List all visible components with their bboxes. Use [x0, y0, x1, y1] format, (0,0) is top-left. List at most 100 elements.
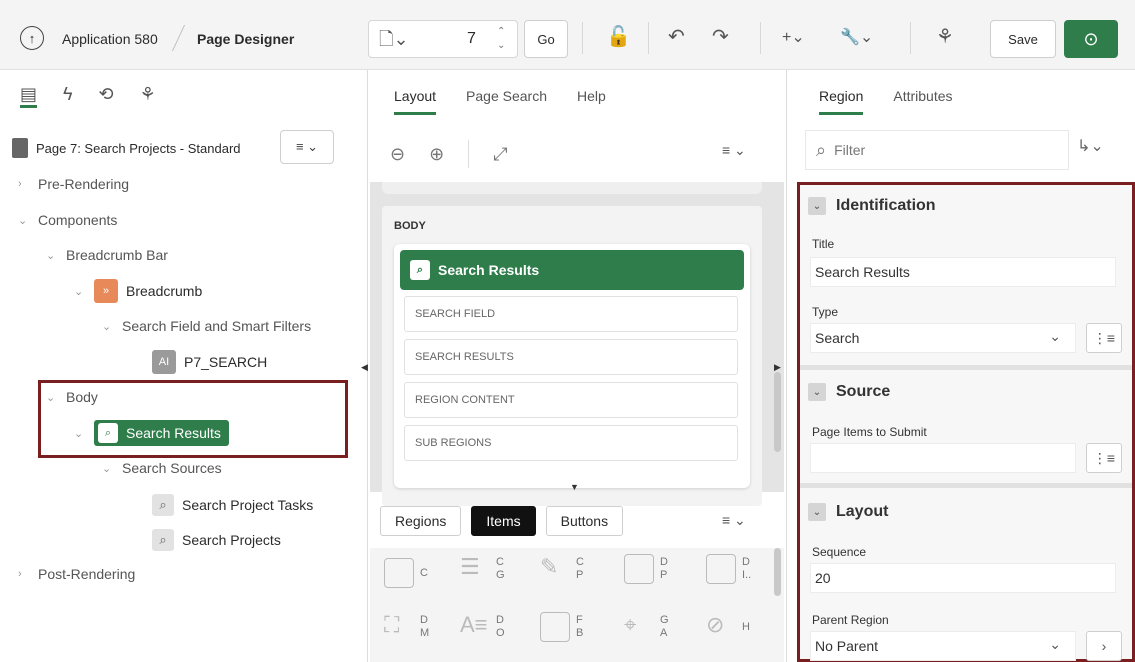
tree-node-search-projects[interactable]: ⌕ Search Projects — [152, 529, 281, 551]
chevron-right-icon[interactable]: › — [18, 178, 30, 190]
tree-node-pre-rendering[interactable]: › Pre-Rendering — [18, 176, 129, 192]
title-field[interactable]: Search Results — [810, 257, 1116, 287]
gallery-item-checkbox-group[interactable]: ☰ C G — [460, 554, 505, 584]
tab-buttons[interactable]: Buttons — [545, 506, 624, 536]
breadcrumb-application[interactable]: Application 580 — [62, 31, 158, 47]
run-page-button[interactable]: ⊙ — [1064, 20, 1118, 58]
page-node[interactable]: Page 7: Search Projects - Standard — [12, 138, 241, 158]
canvas-scrollbar[interactable] — [774, 372, 781, 452]
page-number-input[interactable]: 7 — [467, 30, 476, 48]
tree-node-search-sources[interactable]: ⌄ Search Sources — [102, 460, 222, 476]
layout-menu-icon[interactable]: ≡ ⌄ — [722, 142, 746, 159]
search-results-header[interactable]: ⌕ Search Results — [400, 250, 744, 290]
chevron-down-icon[interactable]: ⌄ — [46, 391, 58, 404]
chevron-down-icon[interactable]: ⌄ — [808, 383, 826, 401]
unlock-icon[interactable]: 🔓 — [606, 24, 631, 49]
gallery-item-color-picker[interactable]: ✎ C P — [540, 554, 584, 584]
zoom-out-icon[interactable]: ⊖ — [390, 144, 405, 165]
tree-node-search-project-tasks[interactable]: ⌕ Search Project Tasks — [152, 494, 313, 516]
gallery-item-display-only[interactable]: A≡ D O — [460, 612, 505, 642]
expand-icon[interactable]: ⤢ — [493, 144, 507, 165]
type-list-icon[interactable]: ⋮≡ — [1086, 323, 1122, 353]
save-button[interactable]: Save — [990, 20, 1056, 58]
dynamic-actions-tab-icon[interactable]: ϟ — [63, 84, 73, 108]
chevron-down-icon[interactable]: ⌄ — [46, 249, 58, 262]
section-source[interactable]: ⌄ Source — [808, 383, 890, 401]
tree-node-search-results[interactable]: ⌄ ⌕ Search Results — [74, 420, 229, 446]
page-selector-group: 🗋⌄ 7 ⌃ ⌄ — [368, 20, 518, 58]
tree-node-search-field[interactable]: ⌄ Search Field and Smart Filters — [102, 318, 311, 334]
sequence-field[interactable]: 20 — [810, 563, 1116, 593]
chevron-right-icon[interactable]: › — [18, 568, 30, 580]
shared-components-tab-icon[interactable]: ⚘ — [140, 84, 156, 108]
chevron-down-icon[interactable]: ⌄ — [74, 285, 86, 298]
chevron-down-icon[interactable]: ⌄ — [18, 214, 30, 227]
processing-tab-icon[interactable]: ⟲ — [99, 84, 114, 108]
tab-help[interactable]: Help — [577, 88, 606, 115]
section-identification[interactable]: ⌄ Identification — [808, 197, 936, 215]
add-menu-icon[interactable]: +⌄ — [782, 27, 805, 47]
card-title: Search Results — [438, 262, 540, 278]
parent-region-go-icon[interactable]: › — [1086, 631, 1122, 661]
page-doc-icon[interactable]: 🗋⌄ — [379, 27, 409, 57]
selected-node[interactable]: ⌕ Search Results — [94, 420, 229, 446]
section-layout[interactable]: ⌄ Layout — [808, 503, 888, 521]
items-submit-list-icon[interactable]: ⋮≡ — [1086, 443, 1122, 473]
gallery-scrollbar[interactable] — [774, 548, 781, 596]
type-select[interactable]: Search — [810, 323, 1076, 353]
gallery-tabs: Regions Items Buttons — [380, 506, 624, 536]
collapse-right-arrow-icon[interactable]: ▶ — [774, 362, 781, 373]
tree-node-breadcrumb[interactable]: ⌄ » Breadcrumb — [74, 279, 202, 303]
collapse-gallery-arrow-icon[interactable]: ▼ — [570, 482, 579, 492]
app-up-arrow-icon[interactable]: ↑ — [20, 26, 44, 50]
chevron-down-icon[interactable]: ⌄ — [102, 320, 114, 333]
tree-node-post-rendering[interactable]: › Post-Rendering — [18, 566, 135, 582]
utilities-menu-icon[interactable]: 🔧⌄ — [840, 27, 873, 47]
gallery-item-display-image[interactable]: D I.. — [706, 554, 751, 584]
gallery-menu-icon[interactable]: ≡ ⌄ — [722, 512, 746, 529]
chevron-down-icon[interactable]: ⌄ — [808, 503, 826, 521]
shared-components-icon[interactable]: ⚘ — [936, 24, 954, 49]
tab-items[interactable]: Items — [471, 506, 536, 536]
gallery-item-geocoded-address[interactable]: ⌖ G A — [624, 612, 669, 642]
go-button[interactable]: Go — [524, 20, 568, 58]
tree-node-body[interactable]: ⌄ Body — [46, 389, 98, 405]
tab-regions[interactable]: Regions — [380, 506, 462, 536]
tree-node-label: Breadcrumb — [126, 283, 203, 299]
slot-search-field[interactable]: SEARCH FIELD — [404, 296, 738, 332]
rendering-tab-icon[interactable]: ▤ — [20, 84, 38, 108]
body-region[interactable]: BODY ⌕ Search Results SEARCH FIELD SEARC… — [382, 206, 762, 506]
redo-icon[interactable]: ↷ — [712, 24, 729, 49]
search-results-card[interactable]: ⌕ Search Results SEARCH FIELD SEARCH RES… — [394, 244, 750, 488]
tree-menu-button[interactable]: ≡ ⌄ — [280, 130, 334, 164]
title-label: Title — [812, 237, 835, 251]
gallery-item-date-picker[interactable]: DP — [624, 554, 668, 584]
undo-icon[interactable]: ↶ — [668, 24, 685, 49]
zoom-in-icon[interactable]: ⊕ — [429, 144, 444, 165]
parent-region-select[interactable]: No Parent — [810, 631, 1076, 661]
chevron-down-icon[interactable]: ⌄ — [74, 427, 86, 440]
gallery-item-file-browse[interactable]: FB — [540, 612, 583, 642]
text-item-icon: AI — [152, 350, 176, 374]
tab-layout[interactable]: Layout — [394, 88, 437, 115]
slot-sub-regions[interactable]: SUB REGIONS — [404, 425, 738, 461]
gallery-item-hidden[interactable]: ⊘ H — [706, 612, 750, 642]
tree-node-components[interactable]: ⌄ Components — [18, 212, 117, 228]
chevron-down-icon[interactable]: ⌄ — [102, 462, 114, 475]
gallery-item-display-map[interactable]: ⛶ D M — [384, 612, 429, 642]
collapse-left-arrow-icon[interactable]: ◀ — [361, 362, 368, 373]
items-submit-field[interactable] — [810, 443, 1076, 473]
filter-input[interactable]: Filter — [834, 142, 865, 158]
tab-attributes[interactable]: Attributes — [893, 88, 952, 115]
property-filter[interactable]: ⌕ Filter — [805, 130, 1069, 170]
tab-page-search[interactable]: Page Search — [466, 88, 547, 115]
go-to-group-icon[interactable]: ↳⌄ — [1077, 136, 1104, 156]
tree-node-breadcrumb-bar[interactable]: ⌄ Breadcrumb Bar — [46, 247, 168, 263]
slot-search-results[interactable]: SEARCH RESULTS — [404, 339, 738, 375]
chevron-down-icon[interactable]: ⌄ — [808, 197, 826, 215]
slot-region-content[interactable]: REGION CONTENT — [404, 382, 738, 418]
page-stepper-icon[interactable]: ⌃ ⌄ — [497, 25, 505, 53]
tree-node-p7-search[interactable]: AI P7_SEARCH — [152, 350, 267, 374]
tab-region[interactable]: Region — [819, 88, 864, 115]
gallery-item-checkbox[interactable]: C — [384, 558, 428, 588]
